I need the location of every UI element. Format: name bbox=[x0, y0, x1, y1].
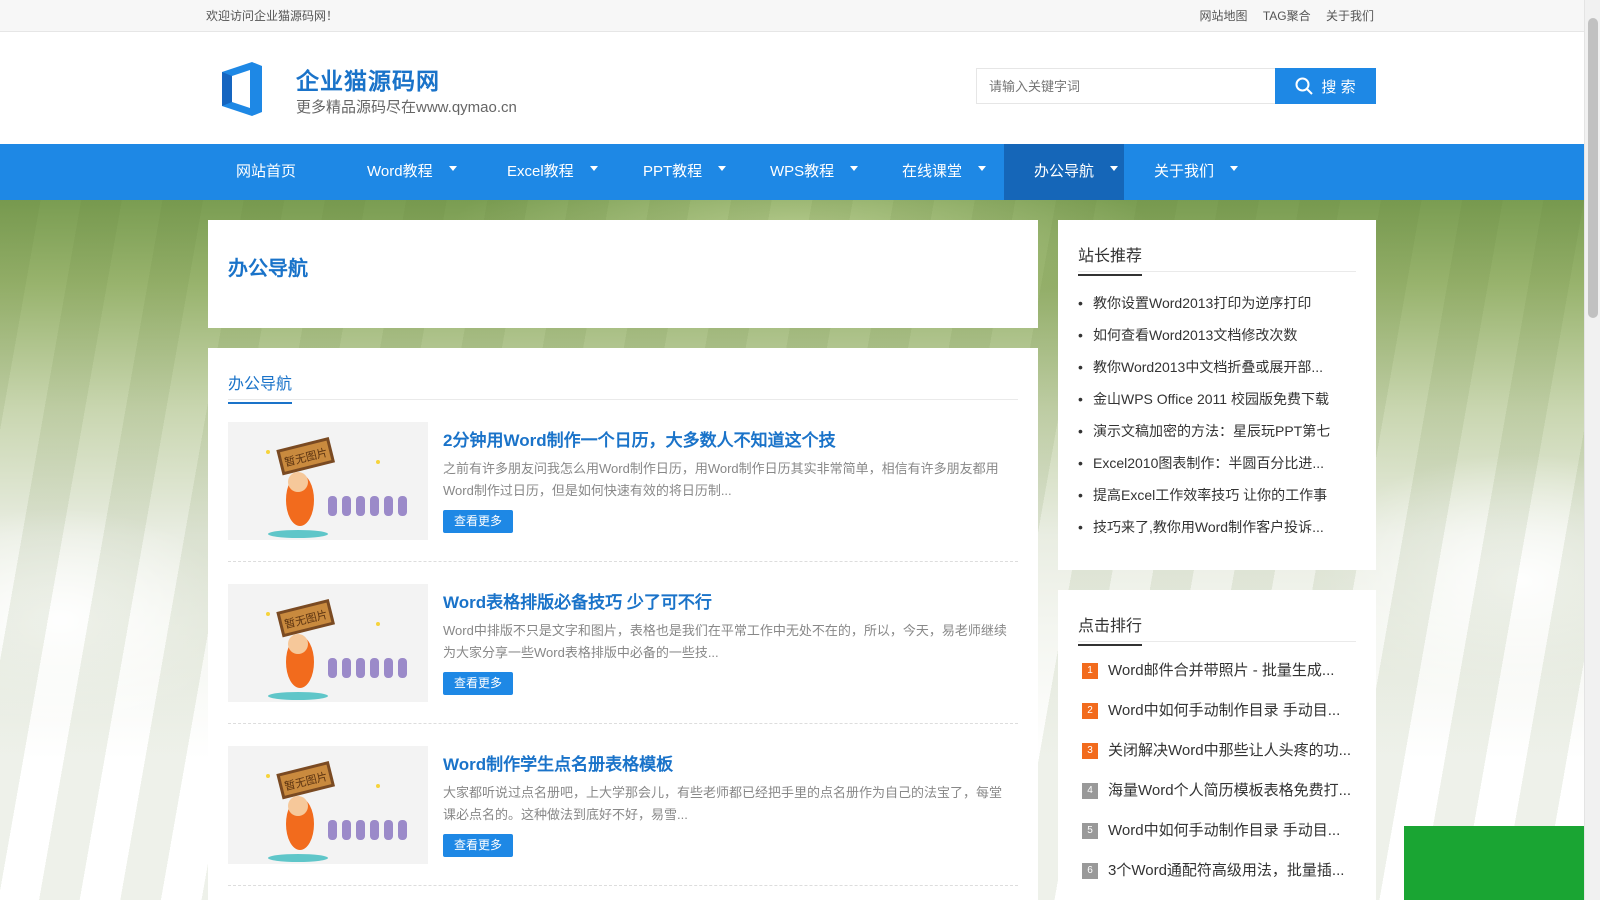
panel-title: 站长推荐 bbox=[1078, 242, 1143, 276]
nav-item-ppt[interactable]: PPT教程 bbox=[613, 144, 740, 200]
nav-item-home[interactable]: 网站首页 bbox=[206, 144, 337, 200]
nav-label: Word教程 bbox=[367, 163, 433, 180]
top-links: 网站地图 TAG聚合 关于我们 bbox=[1188, 0, 1375, 32]
rank-badge: 4 bbox=[1082, 783, 1098, 799]
article-title[interactable]: Word制作学生点名册表格模板 bbox=[443, 750, 673, 775]
ranking-title: Word中如何手动制作目录 手动目... bbox=[1108, 702, 1341, 719]
recommend-panel: 站长推荐 教你设置Word2013打印为逆序打印 如何查看Word2013文档修… bbox=[1058, 220, 1376, 570]
panel-title: 点击排行 bbox=[1078, 612, 1143, 646]
rank-badge: 6 bbox=[1082, 863, 1098, 879]
list-header: 办公导航 bbox=[228, 348, 1018, 404]
list-item: 暂无图片 2分钟用Word制作一个日历，大多数人不知道这个技 之前有许多朋友问我… bbox=[228, 422, 1018, 562]
ranking-title: 关闭解决Word中那些让人头疼的功... bbox=[1108, 742, 1352, 759]
nav-label: WPS教程 bbox=[770, 163, 835, 180]
placeholder-image-icon: 暂无图片 bbox=[228, 422, 428, 540]
article-title[interactable]: Word表格排版必备技巧 少了可不行 bbox=[443, 588, 712, 613]
nav-label: 网站首页 bbox=[236, 163, 297, 180]
logo-icon[interactable] bbox=[218, 60, 266, 118]
recommend-item[interactable]: Excel2010图表制作：半圆百分比进... bbox=[1078, 452, 1358, 484]
article-list: 办公导航 暂无图片 2分钟用Word制作一个日历，大多数人不知道这个技 之前有许… bbox=[208, 348, 1038, 900]
header: 企业猫源码网 更多精品源码尽在www.qymao.cn 搜 索 bbox=[0, 32, 1600, 144]
nav-item-online-class[interactable]: 在线课堂 bbox=[872, 144, 1004, 200]
search-button-label: 搜 索 bbox=[1321, 78, 1356, 96]
nav-item-wps[interactable]: WPS教程 bbox=[740, 144, 872, 200]
read-more-button[interactable]: 查看更多 bbox=[443, 672, 513, 695]
scrollbar-thumb[interactable] bbox=[1588, 18, 1598, 318]
recommend-item[interactable]: 教你设置Word2013打印为逆序打印 bbox=[1078, 292, 1358, 324]
rank-badge: 3 bbox=[1082, 743, 1098, 759]
tag-link[interactable]: TAG聚合 bbox=[1263, 9, 1311, 23]
page-scrollbar[interactable] bbox=[1584, 0, 1600, 900]
ranking-item[interactable]: 1 Word邮件合并带照片 - 批量生成... bbox=[1078, 660, 1358, 700]
article-title[interactable]: 2分钟用Word制作一个日历，大多数人不知道这个技 bbox=[443, 426, 836, 451]
ranking-item[interactable]: 5 Word中如何手动制作目录 手动目... bbox=[1078, 820, 1358, 860]
rank-badge: 2 bbox=[1082, 703, 1098, 719]
chevron-down-icon[interactable] bbox=[1110, 165, 1119, 171]
ranking-title: 3个Word通配符高级用法，批量插... bbox=[1108, 862, 1345, 879]
search-box: 搜 索 bbox=[976, 68, 1376, 104]
panel-header: 点击排行 bbox=[1078, 590, 1356, 646]
search-input[interactable] bbox=[977, 69, 1277, 103]
ranking-item[interactable]: 4 海量Word个人简历模板表格免费打... bbox=[1078, 780, 1358, 820]
sitemap-link[interactable]: 网站地图 bbox=[1200, 9, 1248, 23]
recommend-item[interactable]: 金山WPS Office 2011 校园版免费下载 bbox=[1078, 388, 1358, 420]
top-bar: 欢迎访问企业猫源码网！ 网站地图 TAG聚合 关于我们 bbox=[0, 0, 1600, 32]
site-subtitle: 更多精品源码尽在www.qymao.cn bbox=[296, 99, 517, 116]
welcome-text: 欢迎访问企业猫源码网！ bbox=[206, 9, 339, 23]
list-title: 办公导航 bbox=[228, 370, 293, 404]
read-more-button[interactable]: 查看更多 bbox=[443, 510, 513, 533]
about-link[interactable]: 关于我们 bbox=[1326, 9, 1374, 23]
nav-item-excel[interactable]: Excel教程 bbox=[477, 144, 613, 200]
ranking-title: Word邮件合并带照片 - 批量生成... bbox=[1108, 662, 1335, 679]
chevron-down-icon[interactable] bbox=[448, 165, 457, 171]
nav-item-office-nav[interactable]: 办公导航 bbox=[1004, 144, 1124, 200]
floating-ad-block[interactable] bbox=[1404, 826, 1584, 900]
chevron-down-icon[interactable] bbox=[850, 165, 859, 171]
ranking-list: 1 Word邮件合并带照片 - 批量生成... 2 Word中如何手动制作目录 手动… bbox=[1078, 660, 1358, 900]
article-description: Word中排版不只是文字和图片，表格也是我们在平常工作中无处不在的，所以，今天，… bbox=[443, 623, 1007, 660]
panel-header: 站长推荐 bbox=[1078, 220, 1356, 276]
ranking-title: 海量Word个人简历模板表格免费打... bbox=[1108, 782, 1352, 799]
read-more-button[interactable]: 查看更多 bbox=[443, 834, 513, 857]
nav-item-word[interactable]: Word教程 bbox=[337, 144, 477, 200]
search-button[interactable]: 搜 索 bbox=[1275, 68, 1376, 104]
placeholder-image-icon: 暂无图片 bbox=[228, 746, 428, 864]
article-thumbnail[interactable]: 暂无图片 bbox=[228, 584, 428, 702]
nav-label: PPT教程 bbox=[643, 163, 703, 180]
search-icon bbox=[1295, 77, 1314, 95]
main-nav: 网站首页 Word教程 Excel教程 PPT教程 WPS教程 在线课堂 办公导… bbox=[0, 144, 1600, 200]
chevron-down-icon[interactable] bbox=[718, 165, 727, 171]
recommend-list: 教你设置Word2013打印为逆序打印 如何查看Word2013文档修改次数 教… bbox=[1078, 292, 1358, 548]
ranking-item[interactable]: 2 Word中如何手动制作目录 手动目... bbox=[1078, 700, 1358, 740]
rank-badge: 5 bbox=[1082, 823, 1098, 839]
nav-label: 办公导航 bbox=[1034, 163, 1095, 180]
article-thumbnail[interactable]: 暂无图片 bbox=[228, 746, 428, 864]
nav-label: 关于我们 bbox=[1154, 163, 1215, 180]
chevron-down-icon[interactable] bbox=[589, 165, 598, 171]
article-description: 大家都听说过点名册吧，上大学那会儿，有些老师都已经把手里的点名册作为自己的法宝了… bbox=[443, 785, 1003, 822]
ranking-item[interactable]: 6 3个Word通配符高级用法，批量插... bbox=[1078, 860, 1358, 900]
chevron-down-icon[interactable] bbox=[1230, 165, 1239, 171]
recommend-item[interactable]: 提高Excel工作效率技巧 让你的工作事 bbox=[1078, 484, 1358, 516]
recommend-item[interactable]: 教你Word2013中文档折叠或展开部... bbox=[1078, 356, 1358, 388]
article-description: 之前有许多朋友问我怎么用Word制作日历，用Word制作日历其实非常简单，相信有… bbox=[443, 461, 999, 498]
nav-label: 在线课堂 bbox=[902, 163, 963, 180]
ranking-panel: 点击排行 1 Word邮件合并带照片 - 批量生成... 2 Word中如何手动制作… bbox=[1058, 590, 1376, 900]
rank-badge: 1 bbox=[1082, 663, 1098, 679]
nav-label: Excel教程 bbox=[507, 163, 574, 180]
ranking-item[interactable]: 3 关闭解决Word中那些让人头疼的功... bbox=[1078, 740, 1358, 780]
site-name[interactable]: 企业猫源码网 bbox=[296, 62, 440, 96]
recommend-item[interactable]: 演示文稿加密的方法：星辰玩PPT第七 bbox=[1078, 420, 1358, 452]
ranking-title: Word中如何手动制作目录 手动目... bbox=[1108, 822, 1341, 839]
article-thumbnail[interactable]: 暂无图片 bbox=[228, 422, 428, 540]
nav-item-about[interactable]: 关于我们 bbox=[1124, 144, 1254, 200]
list-item: 暂无图片 Word制作学生点名册表格模板 大家都听说过点名册吧，上大学那会儿，有… bbox=[228, 746, 1018, 886]
list-item: 暂无图片 Word表格排版必备技巧 少了可不行 Word中排版不只是文字和图片，… bbox=[228, 584, 1018, 724]
placeholder-image-icon: 暂无图片 bbox=[228, 584, 428, 702]
recommend-item[interactable]: 如何查看Word2013文档修改次数 bbox=[1078, 324, 1358, 356]
chevron-down-icon[interactable] bbox=[978, 165, 987, 171]
page-title: 办公导航 bbox=[228, 258, 308, 280]
recommend-item[interactable]: 技巧来了,教你用Word制作客户投诉... bbox=[1078, 516, 1358, 548]
page-title-box: 办公导航 bbox=[208, 220, 1038, 328]
